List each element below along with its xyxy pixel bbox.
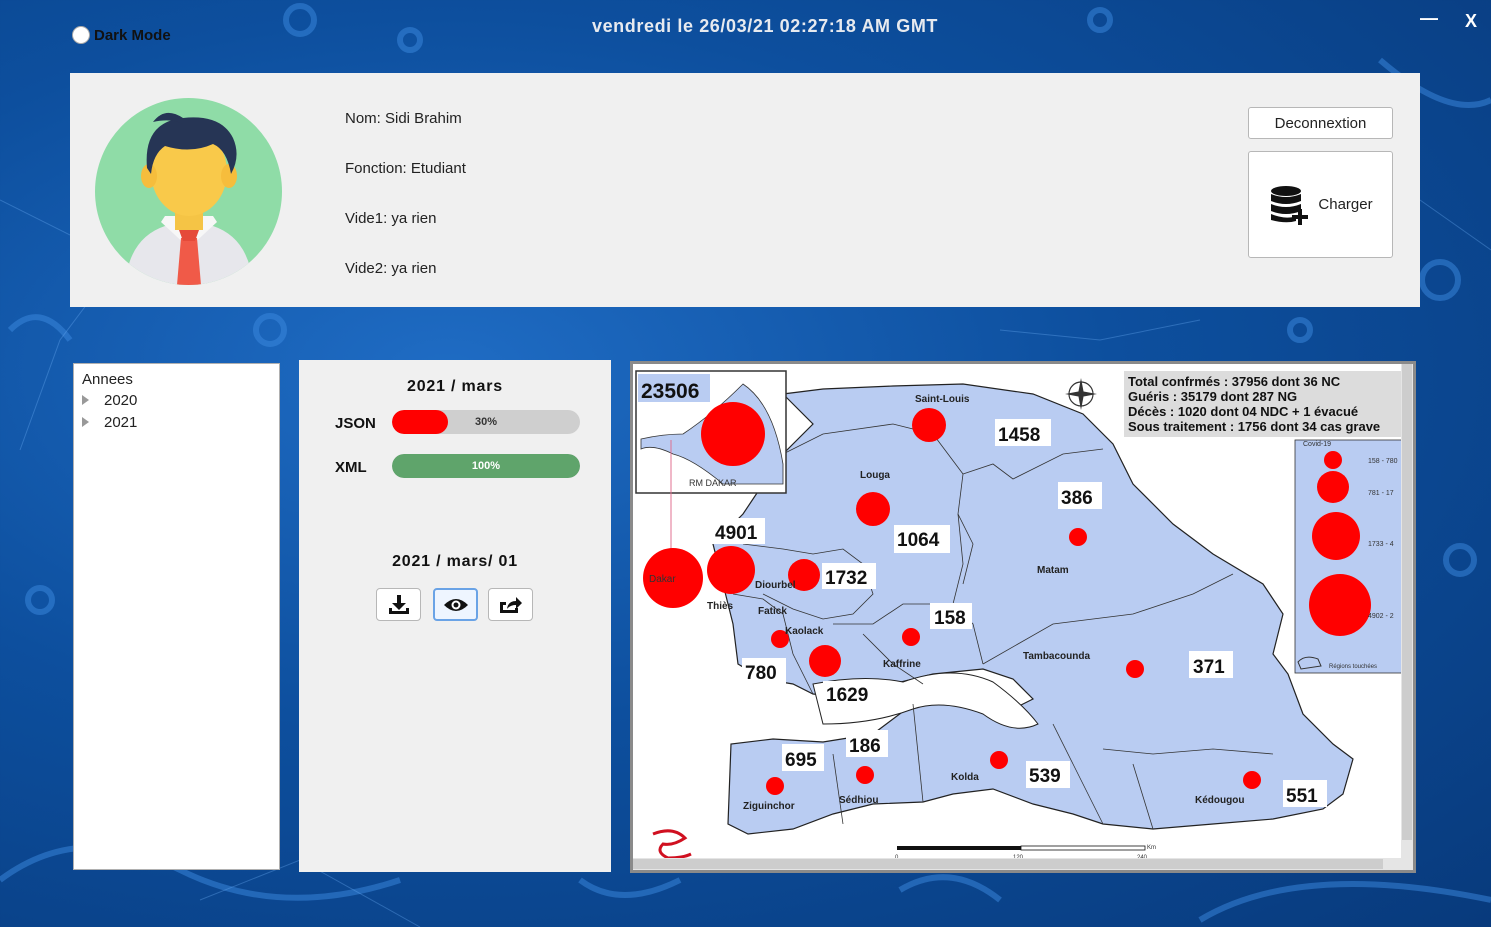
region-name-diourbel: Diourbel xyxy=(755,580,796,591)
region-name-kedougou: Kédougou xyxy=(1195,795,1244,806)
region-value-diourbel: 1732 xyxy=(825,568,867,589)
region-name-dakar: Dakar xyxy=(649,574,676,585)
region-value-thies: 4901 xyxy=(715,523,758,544)
vertical-scroll-thumb[interactable] xyxy=(1402,364,1412,840)
profile-vide2: Vide2: ya rien xyxy=(345,260,437,277)
region-name-matam: Matam xyxy=(1037,565,1069,576)
stat-gueris: Guéris : 35179 dont 287 NG xyxy=(1128,389,1297,404)
region-value-saint-louis: 1458 xyxy=(998,425,1040,446)
senegal-covid-map[interactable]: RM DAKAR 23506 Total confrmés : 37956 do… xyxy=(630,361,1416,873)
region-name-saint-louis: Saint-Louis xyxy=(915,394,970,405)
tree-item-label: 2021 xyxy=(104,413,138,431)
day-title: 2021 / mars/ 01 xyxy=(392,553,518,570)
xml-progress-bar: 100% xyxy=(392,454,580,478)
region-name-sedhiou: Sédhiou xyxy=(839,795,878,806)
charger-label: Charger xyxy=(1318,196,1373,213)
tree-item-label: 2020 xyxy=(104,391,138,409)
tree-item-2021[interactable]: 2021 xyxy=(82,411,271,433)
region-name-kaffrine: Kaffrine xyxy=(883,659,921,670)
profile-function: Fonction: Etudiant xyxy=(345,160,466,177)
avatar xyxy=(95,98,282,285)
database-add-icon xyxy=(1271,185,1309,225)
region-name-kolda: Kolda xyxy=(951,772,979,783)
datetime-display: vendredi le 26/03/21 02:27:18 AM GMT xyxy=(591,16,939,36)
region-name-ziguinchor: Ziguinchor xyxy=(743,801,795,812)
region-name-kaolack: Kaolack xyxy=(785,626,824,637)
progress-panel: 2021 / mars JSON 30% XML 100% 2021 / mar… xyxy=(299,360,611,872)
legend-title: Covid-19 xyxy=(1303,441,1331,448)
deconnexion-label: Deconnextion xyxy=(1274,114,1367,132)
region-value-matam: 386 xyxy=(1061,488,1093,509)
stat-deces: Décès : 1020 dont 04 NDC + 1 évacué xyxy=(1128,404,1358,419)
legend-footer: Régions touchées xyxy=(1329,664,1377,670)
eye-icon xyxy=(443,598,468,611)
map-vertical-scrollbar[interactable] xyxy=(1401,364,1413,861)
profile-vide1: Vide1: ya rien xyxy=(345,210,437,227)
tree-root[interactable]: Annees xyxy=(82,369,271,389)
expand-arrow-icon[interactable] xyxy=(82,417,89,427)
export-button[interactable] xyxy=(488,588,533,621)
legend-range-2: 781 - 17 xyxy=(1368,490,1394,497)
region-name-louga: Louga xyxy=(860,470,890,481)
stat-sous-traitement: Sous traitement : 1756 dont 34 cas grave xyxy=(1128,419,1380,434)
region-value-ziguinchor: 695 xyxy=(785,750,817,771)
download-button[interactable] xyxy=(376,588,421,621)
download-icon xyxy=(388,594,409,614)
deconnexion-button[interactable]: Deconnextion xyxy=(1248,107,1393,139)
legend-range-1: 158 - 780 xyxy=(1368,458,1398,465)
json-label: JSON xyxy=(335,415,376,432)
expand-arrow-icon[interactable] xyxy=(82,395,89,405)
json-progress-bar: 30% xyxy=(392,410,580,434)
tree-root-label: Annees xyxy=(82,370,133,388)
region-value-tambacounda: 371 xyxy=(1193,657,1225,678)
region-value-fatick: 780 xyxy=(745,663,777,684)
json-progress-text: 30% xyxy=(474,416,498,428)
region-name-tambacounda: Tambacounda xyxy=(1023,651,1090,662)
region-value-louga: 1064 xyxy=(897,530,940,551)
region-name-thies: Thiès xyxy=(707,601,734,612)
charger-button[interactable]: Charger xyxy=(1248,151,1393,258)
map-image: RM DAKAR 23506 Total confrmés : 37956 do… xyxy=(633,364,1401,861)
region-value-kaolack: 1629 xyxy=(826,685,868,706)
region-value-sedhiou: 186 xyxy=(849,736,881,757)
region-value-kedougou: 551 xyxy=(1286,786,1318,807)
month-title: 2021 / mars xyxy=(407,378,503,395)
region-value-kaffrine: 158 xyxy=(934,608,966,629)
profile-name: Nom: Sidi Brahim xyxy=(345,110,462,127)
export-icon xyxy=(499,596,522,613)
profile-panel: Nom: Sidi Brahim Fonction: Etudiant Vide… xyxy=(70,73,1420,307)
region-name-fatick: Fatick xyxy=(758,606,787,617)
region-value-kolda: 539 xyxy=(1029,766,1061,787)
stat-total: Total confrmés : 37956 dont 36 NC xyxy=(1128,374,1341,389)
view-button[interactable] xyxy=(433,588,478,621)
years-tree[interactable]: Annees 2020 2021 xyxy=(73,363,280,870)
xml-progress-text: 100% xyxy=(471,460,501,472)
horizontal-scroll-thumb[interactable] xyxy=(633,859,1383,869)
inset-label: RM DAKAR xyxy=(689,478,737,488)
dakar-value: 23506 xyxy=(641,380,699,403)
minimize-button[interactable]: — xyxy=(1420,8,1438,29)
xml-label: XML xyxy=(335,459,367,476)
map-horizontal-scrollbar[interactable] xyxy=(633,858,1413,870)
scale-unit: Km xyxy=(1147,845,1156,851)
legend-range-3: 1733 - 4 xyxy=(1368,541,1394,548)
tree-item-2020[interactable]: 2020 xyxy=(82,389,271,411)
legend-range-4: 4902 - 2 xyxy=(1368,613,1394,620)
close-button[interactable]: X xyxy=(1465,11,1477,32)
